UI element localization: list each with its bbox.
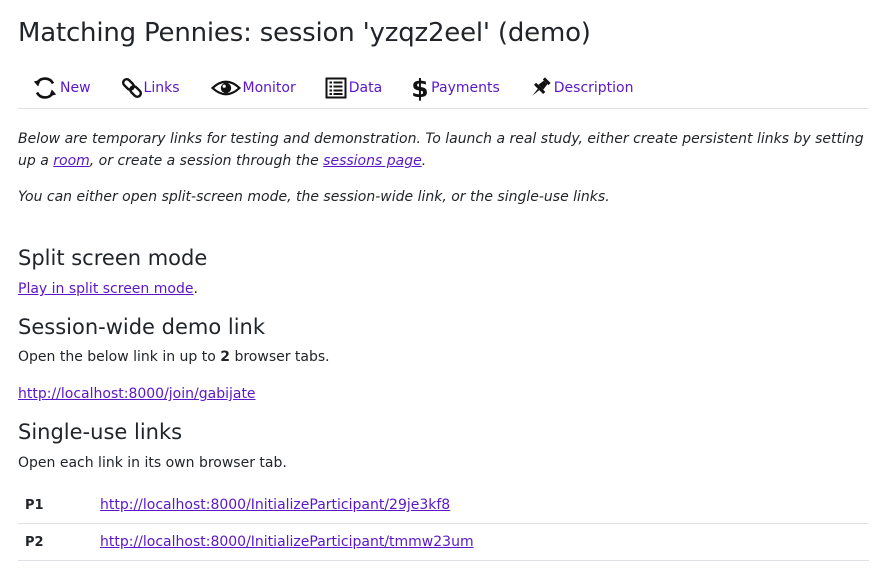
nav-description[interactable]: Description — [528, 68, 634, 108]
nav-monitor[interactable]: Monitor — [210, 68, 296, 108]
single-use-links-table: P1 http://localhost:8000/InitializeParti… — [18, 487, 869, 561]
nav-links[interactable]: Links — [121, 68, 180, 108]
intro-text-2: , or create a session through the — [89, 153, 324, 169]
spreadsheet-icon — [325, 74, 347, 102]
session-wide-text-after: browser tabs. — [230, 349, 330, 365]
split-screen-heading: Split screen mode — [18, 246, 208, 270]
session-wide-url-line: http://localhost:8000/join/gabijate — [18, 384, 256, 404]
table-row: P2 http://localhost:8000/InitializeParti… — [18, 523, 869, 561]
refresh-icon — [32, 74, 58, 102]
nav-data-label: Data — [348, 80, 383, 96]
nav-new-label: New — [60, 80, 91, 96]
eye-icon — [210, 74, 241, 102]
session-wide-heading: Session-wide demo link — [18, 315, 266, 339]
single-use-heading: Single-use links — [18, 420, 183, 444]
nav-description-label: Description — [553, 80, 634, 96]
participant-link-cell: http://localhost:8000/InitializeParticip… — [100, 523, 869, 561]
session-wide-text: Open the below link in up to 2 browser t… — [18, 347, 330, 367]
participant-link[interactable]: http://localhost:8000/InitializeParticip… — [100, 534, 474, 550]
session-wide-text-before: Open the below link in up to — [18, 349, 221, 365]
split-screen-period: . — [193, 281, 198, 297]
split-screen-line: Play in split screen mode. — [18, 279, 198, 299]
nav-links-label: Links — [143, 80, 180, 96]
nav-data[interactable]: Data — [325, 68, 382, 108]
session-wide-link[interactable]: http://localhost:8000/join/gabijate — [18, 386, 256, 402]
nav-monitor-label: Monitor — [242, 80, 296, 96]
single-use-text: Open each link in its own browser tab. — [18, 455, 287, 471]
nav-payments[interactable]: $ Payments — [411, 68, 500, 108]
sessions-page-link[interactable]: sessions page — [323, 153, 422, 169]
intro-options-text: You can either open split-screen mode, t… — [18, 189, 610, 205]
participant-code: P1 — [18, 487, 100, 524]
tab-count: 2 — [220, 349, 231, 365]
table-row: P1 http://localhost:8000/InitializeParti… — [18, 487, 869, 524]
dollar-icon: $ — [411, 74, 429, 102]
participant-link-cell: http://localhost:8000/InitializeParticip… — [100, 487, 869, 524]
intro-text-3: . — [421, 153, 427, 169]
page-title: Matching Pennies: session 'yzqz2eel' (de… — [18, 18, 591, 48]
svg-text:$: $ — [411, 74, 428, 102]
pushpin-icon — [528, 74, 552, 102]
nav-new[interactable]: New — [32, 68, 91, 108]
participant-link[interactable]: http://localhost:8000/InitializeParticip… — [100, 497, 450, 513]
split-screen-link[interactable]: Play in split screen mode — [18, 281, 193, 297]
nav-payments-label: Payments — [431, 80, 500, 96]
link-icon — [121, 74, 142, 102]
intro-paragraph: Below are temporary links for testing an… — [18, 128, 869, 172]
room-link[interactable]: room — [53, 153, 90, 169]
session-nav: New Links Monitor Data $ Payments Descri… — [18, 68, 869, 109]
participant-code: P2 — [18, 523, 100, 561]
